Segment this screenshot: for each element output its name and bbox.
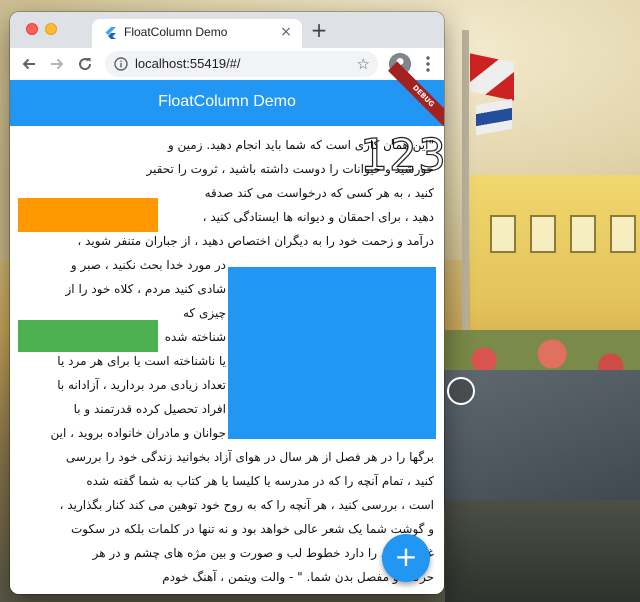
text-line: کنید ، به هر کسی که درخواست می کند صدقه — [204, 186, 434, 200]
text-line: است ، بررسی کنید ، هر آنچه را که به روح … — [59, 498, 434, 512]
text-line: شناخته شده — [164, 330, 226, 344]
tab-bar: FloatColumn Demo × + — [10, 12, 444, 238]
flutter-icon — [105, 27, 116, 39]
text-line: تعداد زیادی مرد بردارید ، آزادانه با — [57, 378, 226, 392]
text-line: شادی کنید مردم ، کلاه خود را از — [65, 282, 226, 296]
text-line: افراد تحصیل کرده قدرتمند و با — [73, 402, 226, 416]
info-icon[interactable] — [114, 57, 128, 71]
browser-tab[interactable]: FloatColumn Demo × — [92, 19, 302, 48]
browser-menu-icon[interactable] — [417, 53, 439, 75]
text-line: جوانان و مادران خانواده بروید ، این — [50, 426, 226, 440]
new-tab-button[interactable]: + — [309, 18, 329, 42]
app-bar: FloatColumn Demo DEBUG — [10, 61, 444, 132]
bookmark-star-icon[interactable]: ☆ — [357, 55, 370, 73]
text-line: برگها را در هر فصل از هر سال در هوای آزا… — [65, 450, 434, 464]
add-fab-button[interactable]: + — [382, 534, 430, 582]
back-icon[interactable] — [18, 53, 40, 75]
forward-icon[interactable] — [46, 53, 68, 75]
orange-float-box — [18, 198, 158, 232]
float-column-content: 123 "این همان کاری است که شما باید انجام… — [10, 126, 444, 594]
text-line: درآمد و زحمت خود را به دیگران اختصاص دهی… — [77, 234, 434, 248]
text-line: حرکت و مفصل بدن شما. " - والت ویتمن ، آه… — [162, 570, 434, 584]
minimize-window-button[interactable] — [45, 23, 57, 35]
text-line: در مورد خدا بحث نکنید ، صبر و — [70, 258, 226, 272]
background-window — [610, 215, 636, 253]
browser-toolbar: localhost:55419/#/ ☆ — [10, 48, 444, 81]
green-float-box — [18, 320, 158, 352]
url-text: localhost:55419/#/ — [135, 56, 241, 71]
text-line: چیزی که — [182, 306, 226, 320]
text-line: کنید ، تمام آنچه را که در مدرسه یا کلیسا… — [86, 474, 434, 488]
text-line: یا ناشناخته است یا برای هر مرد یا — [57, 354, 226, 368]
app-title: FloatColumn Demo — [158, 93, 296, 110]
tab-title: FloatColumn Demo — [124, 25, 228, 39]
blue-float-box — [228, 267, 436, 439]
address-bar[interactable]: localhost:55419/#/ ☆ — [105, 51, 378, 77]
cursor-indicator — [447, 377, 475, 405]
text-line: دهید ، برای احمقان و دیوانه ها ایستادگی … — [202, 210, 434, 224]
close-tab-icon[interactable]: × — [278, 24, 294, 40]
text-line: خورشید و حیوانات را دوست داشته باشید ، ث… — [146, 162, 434, 176]
background-window — [570, 215, 596, 253]
background-window — [530, 215, 556, 253]
text-line: غنی تسلط را دارد خطوط لب و صورت و بین مژ… — [92, 546, 434, 560]
background-flag — [476, 98, 512, 136]
reload-icon[interactable] — [74, 53, 96, 75]
browser-window: FloatColumn Demo × + localhost:55419/#/ … — [10, 12, 444, 594]
background-ground — [445, 500, 640, 602]
text-line: "این همان کاری است که شما باید انجام دهی… — [167, 138, 434, 152]
background-window — [490, 215, 516, 253]
close-window-button[interactable] — [26, 23, 38, 35]
text-line: و گوشت شما یک شعر عالی خواهد بود و نه تن… — [70, 522, 434, 536]
